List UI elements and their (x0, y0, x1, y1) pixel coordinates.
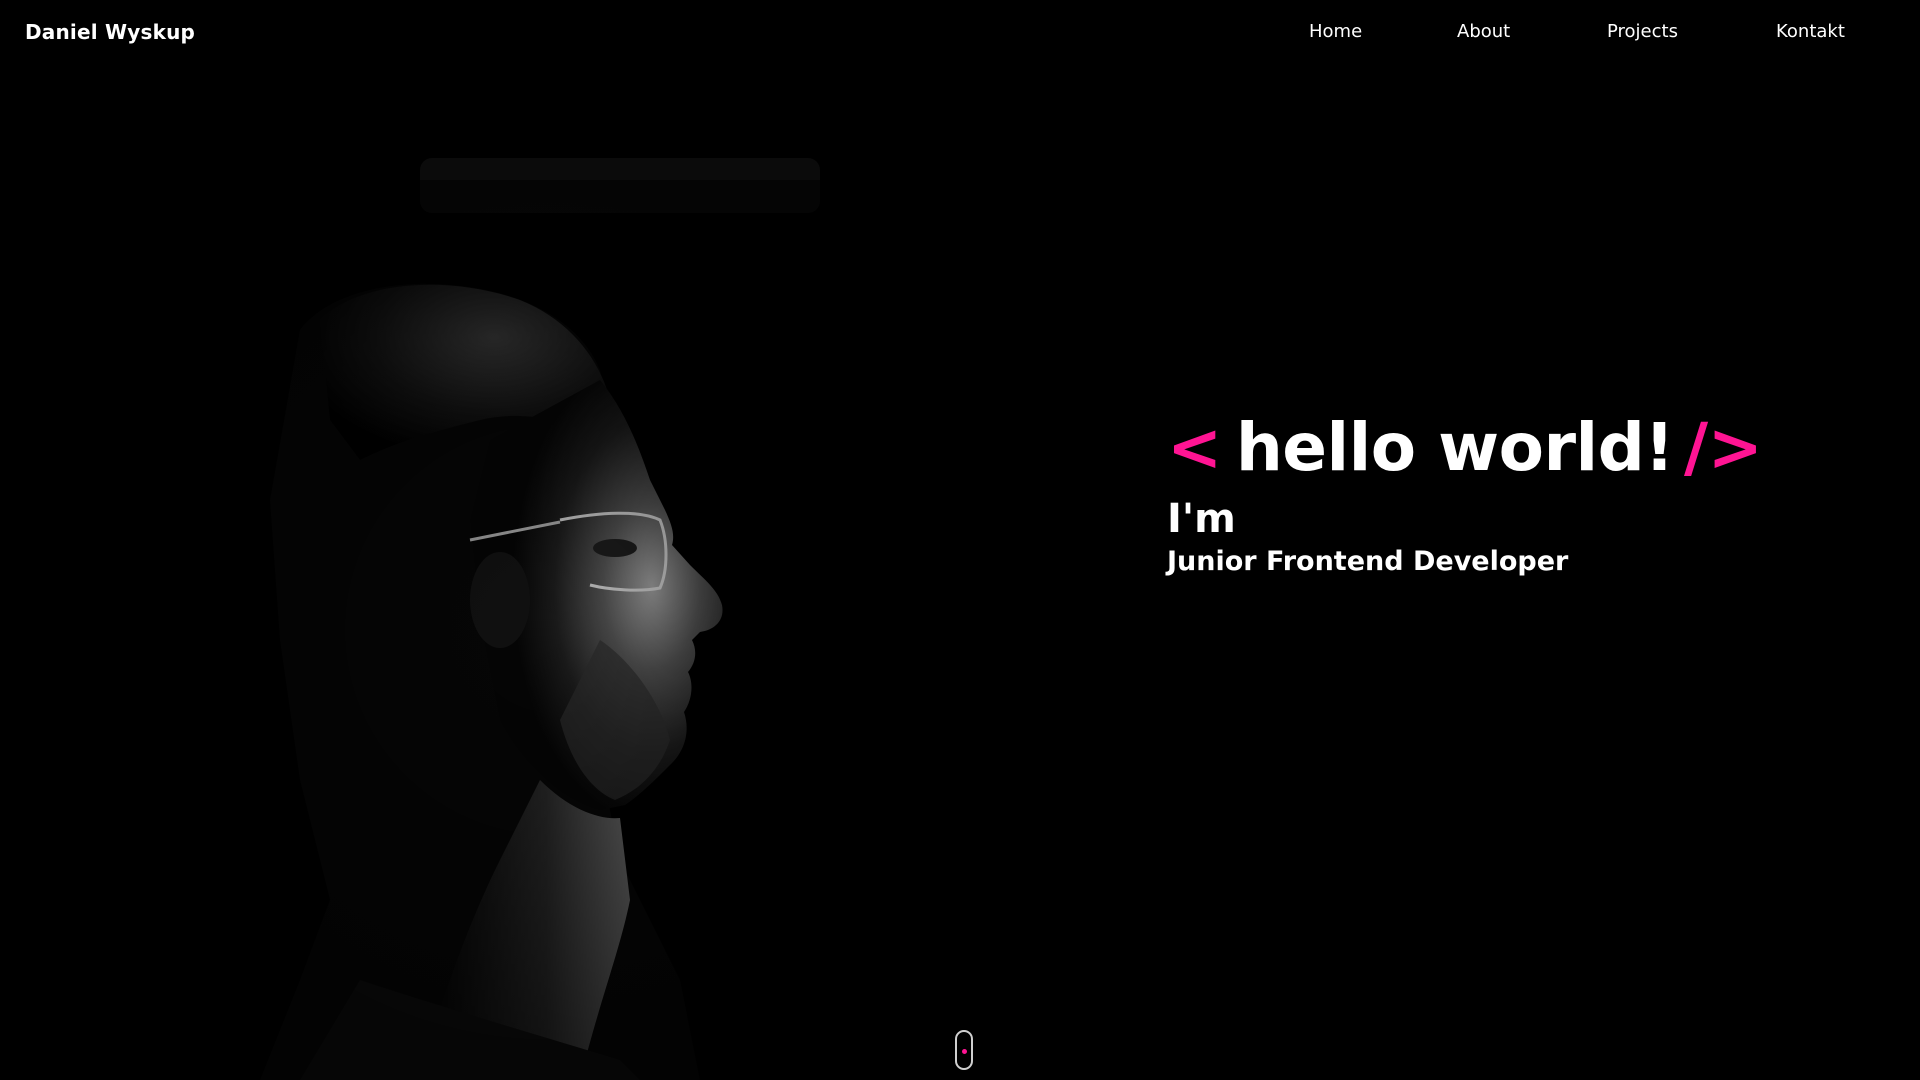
close-tag: /> (1683, 409, 1763, 486)
nav-link-projects[interactable]: Projects (1607, 21, 1678, 42)
main-nav: Home About Projects Kontakt (0, 21, 1920, 45)
nav-link-about[interactable]: About (1457, 21, 1510, 42)
role-title: Junior Frontend Developer (1167, 546, 1569, 577)
intro-text: I'm (1167, 496, 1236, 542)
greeting-text: hello world! (1235, 409, 1675, 486)
nav-link-home[interactable]: Home (1309, 21, 1362, 42)
page: Daniel Wyskup Home About Projects Kontak… (0, 0, 1920, 1080)
site-header: Daniel Wyskup Home About Projects Kontak… (0, 0, 1920, 66)
nav-link-kontakt[interactable]: Kontakt (1776, 21, 1845, 42)
scroll-dot (962, 1049, 967, 1054)
hero-greeting: < hello world!/> (1167, 400, 1763, 496)
hero-section: < hello world!/> I'm Junior Frontend Deve… (1167, 400, 1763, 582)
open-tag: < (1167, 409, 1222, 486)
mouse-scroll-icon[interactable] (955, 1030, 973, 1070)
